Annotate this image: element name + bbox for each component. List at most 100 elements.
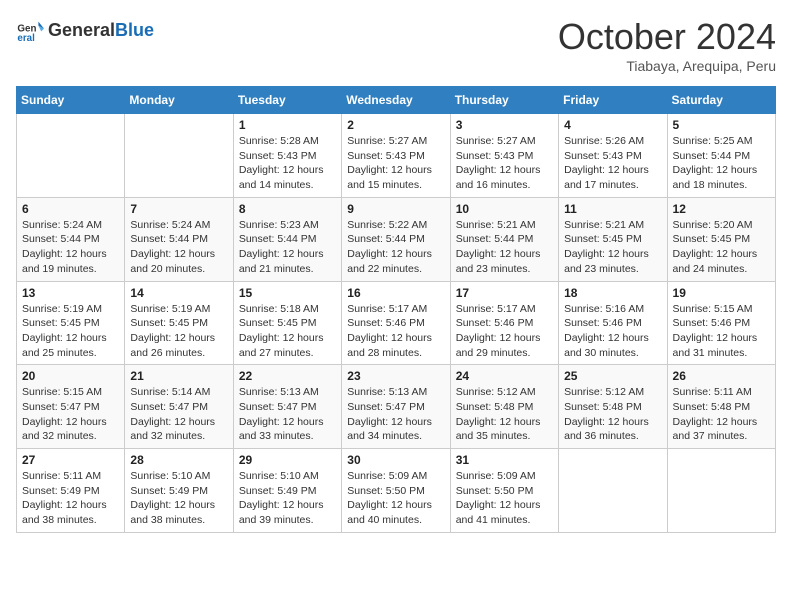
day-info: Sunrise: 5:17 AM Sunset: 5:46 PM Dayligh… [456, 302, 553, 361]
day-info: Sunrise: 5:21 AM Sunset: 5:44 PM Dayligh… [456, 218, 553, 277]
day-info: Sunrise: 5:19 AM Sunset: 5:45 PM Dayligh… [22, 302, 119, 361]
day-info: Sunrise: 5:21 AM Sunset: 5:45 PM Dayligh… [564, 218, 661, 277]
day-number: 13 [22, 286, 119, 300]
calendar-cell: 13 Sunrise: 5:19 AM Sunset: 5:45 PM Dayli… [17, 281, 125, 365]
day-info: Sunrise: 5:24 AM Sunset: 5:44 PM Dayligh… [22, 218, 119, 277]
calendar-cell [559, 449, 667, 533]
day-header-thursday: Thursday [450, 87, 558, 114]
day-info: Sunrise: 5:16 AM Sunset: 5:46 PM Dayligh… [564, 302, 661, 361]
calendar-cell: 16 Sunrise: 5:17 AM Sunset: 5:46 PM Dayli… [342, 281, 450, 365]
calendar-cell: 19 Sunrise: 5:15 AM Sunset: 5:46 PM Dayli… [667, 281, 775, 365]
day-number: 19 [673, 286, 770, 300]
calendar-table: SundayMondayTuesdayWednesdayThursdayFrid… [16, 86, 776, 533]
day-number: 17 [456, 286, 553, 300]
day-number: 21 [130, 369, 227, 383]
calendar-cell: 12 Sunrise: 5:20 AM Sunset: 5:45 PM Dayli… [667, 197, 775, 281]
logo: Gen eral General Blue [16, 16, 154, 44]
calendar-cell: 9Sunrise: 5:22 AM Sunset: 5:44 PM Daylig… [342, 197, 450, 281]
calendar-cell: 7 Sunrise: 5:24 AM Sunset: 5:44 PM Daylig… [125, 197, 233, 281]
calendar-week-row: 27 Sunrise: 5:11 AM Sunset: 5:49 PM Dayli… [17, 449, 776, 533]
day-info: Sunrise: 5:19 AM Sunset: 5:45 PM Dayligh… [130, 302, 227, 361]
day-info: Sunrise: 5:27 AM Sunset: 5:43 PM Dayligh… [347, 134, 444, 193]
calendar-week-row: 6Sunrise: 5:24 AM Sunset: 5:44 PM Daylig… [17, 197, 776, 281]
day-number: 22 [239, 369, 336, 383]
day-header-sunday: Sunday [17, 87, 125, 114]
day-info: Sunrise: 5:09 AM Sunset: 5:50 PM Dayligh… [456, 469, 553, 528]
day-number: 26 [673, 369, 770, 383]
day-number: 30 [347, 453, 444, 467]
day-header-wednesday: Wednesday [342, 87, 450, 114]
calendar-cell: 25 Sunrise: 5:12 AM Sunset: 5:48 PM Dayli… [559, 365, 667, 449]
day-info: Sunrise: 5:15 AM Sunset: 5:46 PM Dayligh… [673, 302, 770, 361]
day-info: Sunrise: 5:27 AM Sunset: 5:43 PM Dayligh… [456, 134, 553, 193]
calendar-cell: 15 Sunrise: 5:18 AM Sunset: 5:45 PM Dayli… [233, 281, 341, 365]
logo-text-blue: Blue [115, 20, 154, 41]
calendar-cell: 31 Sunrise: 5:09 AM Sunset: 5:50 PM Dayli… [450, 449, 558, 533]
day-number: 5 [673, 118, 770, 132]
svg-text:eral: eral [17, 33, 35, 44]
day-info: Sunrise: 5:10 AM Sunset: 5:49 PM Dayligh… [239, 469, 336, 528]
day-number: 15 [239, 286, 336, 300]
day-header-tuesday: Tuesday [233, 87, 341, 114]
calendar-cell: 28 Sunrise: 5:10 AM Sunset: 5:49 PM Dayli… [125, 449, 233, 533]
day-header-monday: Monday [125, 87, 233, 114]
title-area: October 2024 Tiabaya, Arequipa, Peru [558, 16, 776, 74]
day-info: Sunrise: 5:24 AM Sunset: 5:44 PM Dayligh… [130, 218, 227, 277]
calendar-cell: 14 Sunrise: 5:19 AM Sunset: 5:45 PM Dayli… [125, 281, 233, 365]
day-info: Sunrise: 5:18 AM Sunset: 5:45 PM Dayligh… [239, 302, 336, 361]
day-info: Sunrise: 5:10 AM Sunset: 5:49 PM Dayligh… [130, 469, 227, 528]
calendar-cell: 21 Sunrise: 5:14 AM Sunset: 5:47 PM Dayli… [125, 365, 233, 449]
calendar-cell: 26 Sunrise: 5:11 AM Sunset: 5:48 PM Dayli… [667, 365, 775, 449]
calendar-cell: 6Sunrise: 5:24 AM Sunset: 5:44 PM Daylig… [17, 197, 125, 281]
calendar-cell: 20Sunrise: 5:15 AM Sunset: 5:47 PM Dayli… [17, 365, 125, 449]
day-info: Sunrise: 5:14 AM Sunset: 5:47 PM Dayligh… [130, 385, 227, 444]
day-number: 24 [456, 369, 553, 383]
day-number: 12 [673, 202, 770, 216]
calendar-cell: 29 Sunrise: 5:10 AM Sunset: 5:49 PM Dayli… [233, 449, 341, 533]
day-info: Sunrise: 5:12 AM Sunset: 5:48 PM Dayligh… [456, 385, 553, 444]
day-info: Sunrise: 5:13 AM Sunset: 5:47 PM Dayligh… [347, 385, 444, 444]
calendar-cell: 2 Sunrise: 5:27 AM Sunset: 5:43 PM Daylig… [342, 114, 450, 198]
day-info: Sunrise: 5:13 AM Sunset: 5:47 PM Dayligh… [239, 385, 336, 444]
day-number: 16 [347, 286, 444, 300]
day-info: Sunrise: 5:11 AM Sunset: 5:49 PM Dayligh… [22, 469, 119, 528]
calendar-cell: 23 Sunrise: 5:13 AM Sunset: 5:47 PM Dayli… [342, 365, 450, 449]
day-info: Sunrise: 5:09 AM Sunset: 5:50 PM Dayligh… [347, 469, 444, 528]
day-info: Sunrise: 5:12 AM Sunset: 5:48 PM Dayligh… [564, 385, 661, 444]
day-header-friday: Friday [559, 87, 667, 114]
calendar-cell [125, 114, 233, 198]
day-number: 14 [130, 286, 227, 300]
day-number: 25 [564, 369, 661, 383]
day-number: 2 [347, 118, 444, 132]
day-info: Sunrise: 5:11 AM Sunset: 5:48 PM Dayligh… [673, 385, 770, 444]
calendar-cell [17, 114, 125, 198]
day-number: 1 [239, 118, 336, 132]
page-header: Gen eral General Blue October 2024 Tiaba… [16, 16, 776, 74]
logo-icon: Gen eral [16, 16, 44, 44]
day-number: 31 [456, 453, 553, 467]
day-info: Sunrise: 5:28 AM Sunset: 5:43 PM Dayligh… [239, 134, 336, 193]
day-info: Sunrise: 5:17 AM Sunset: 5:46 PM Dayligh… [347, 302, 444, 361]
calendar-week-row: 13 Sunrise: 5:19 AM Sunset: 5:45 PM Dayli… [17, 281, 776, 365]
calendar-header-row: SundayMondayTuesdayWednesdayThursdayFrid… [17, 87, 776, 114]
day-number: 3 [456, 118, 553, 132]
calendar-cell [667, 449, 775, 533]
calendar-cell: 24 Sunrise: 5:12 AM Sunset: 5:48 PM Dayli… [450, 365, 558, 449]
calendar-cell: 11 Sunrise: 5:21 AM Sunset: 5:45 PM Dayli… [559, 197, 667, 281]
day-number: 18 [564, 286, 661, 300]
day-info: Sunrise: 5:20 AM Sunset: 5:45 PM Dayligh… [673, 218, 770, 277]
calendar-cell: 4Sunrise: 5:26 AM Sunset: 5:43 PM Daylig… [559, 114, 667, 198]
day-info: Sunrise: 5:26 AM Sunset: 5:43 PM Dayligh… [564, 134, 661, 193]
calendar-cell: 8Sunrise: 5:23 AM Sunset: 5:44 PM Daylig… [233, 197, 341, 281]
calendar-cell: 5Sunrise: 5:25 AM Sunset: 5:44 PM Daylig… [667, 114, 775, 198]
day-number: 7 [130, 202, 227, 216]
day-number: 23 [347, 369, 444, 383]
day-info: Sunrise: 5:23 AM Sunset: 5:44 PM Dayligh… [239, 218, 336, 277]
day-info: Sunrise: 5:22 AM Sunset: 5:44 PM Dayligh… [347, 218, 444, 277]
calendar-cell: 10Sunrise: 5:21 AM Sunset: 5:44 PM Dayli… [450, 197, 558, 281]
day-number: 29 [239, 453, 336, 467]
calendar-week-row: 20Sunrise: 5:15 AM Sunset: 5:47 PM Dayli… [17, 365, 776, 449]
day-number: 27 [22, 453, 119, 467]
day-number: 28 [130, 453, 227, 467]
day-number: 11 [564, 202, 661, 216]
